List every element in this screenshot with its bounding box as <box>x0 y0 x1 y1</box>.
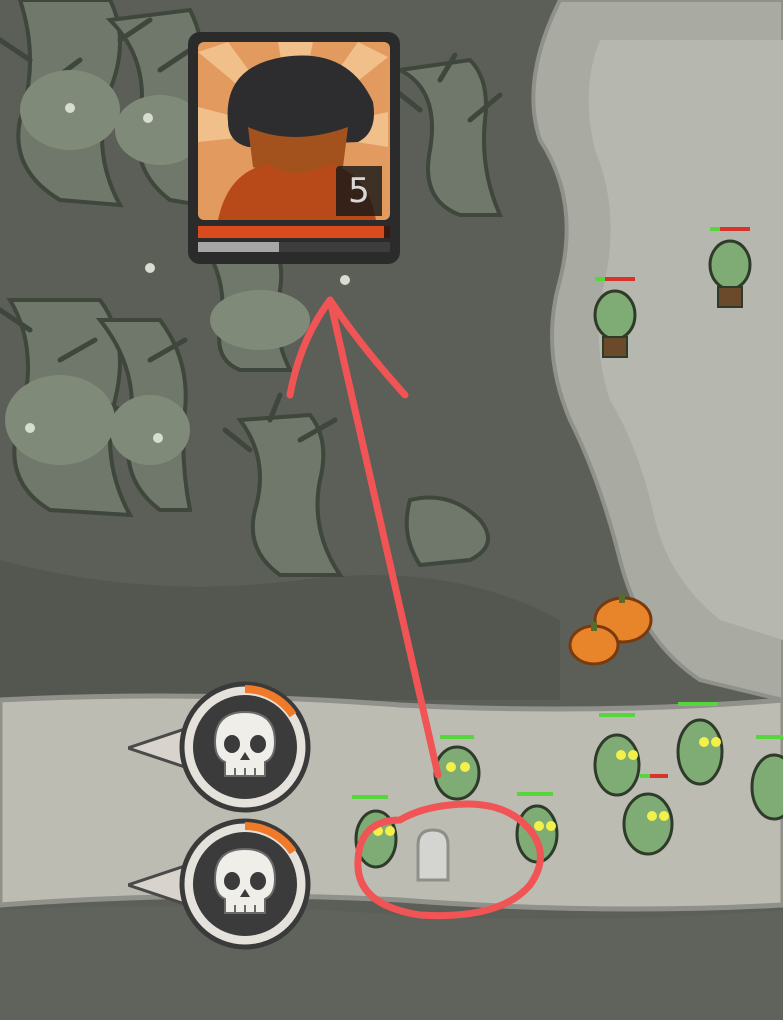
wave-direction-pointer <box>123 725 190 771</box>
hero-portrait <box>188 32 400 264</box>
wave-call-button[interactable] <box>123 817 314 951</box>
wave-call-button-graphic <box>123 681 311 813</box>
hero-health-bar <box>198 226 384 238</box>
wave-direction-pointer <box>123 862 190 908</box>
hero-level-badge: 5 <box>336 166 382 216</box>
tombstone <box>416 828 450 882</box>
wave-call-button[interactable] <box>123 680 314 814</box>
wave-call-button-graphic <box>123 818 311 950</box>
hero-portrait-card[interactable]: 5 <box>188 32 400 264</box>
hero-xp-bar <box>198 242 279 252</box>
pumpkin <box>568 624 620 666</box>
road-edge-bottom <box>0 906 783 1020</box>
skull-icon <box>213 847 277 914</box>
hero-level-text: 5 <box>348 171 370 211</box>
skull-icon <box>213 710 277 777</box>
